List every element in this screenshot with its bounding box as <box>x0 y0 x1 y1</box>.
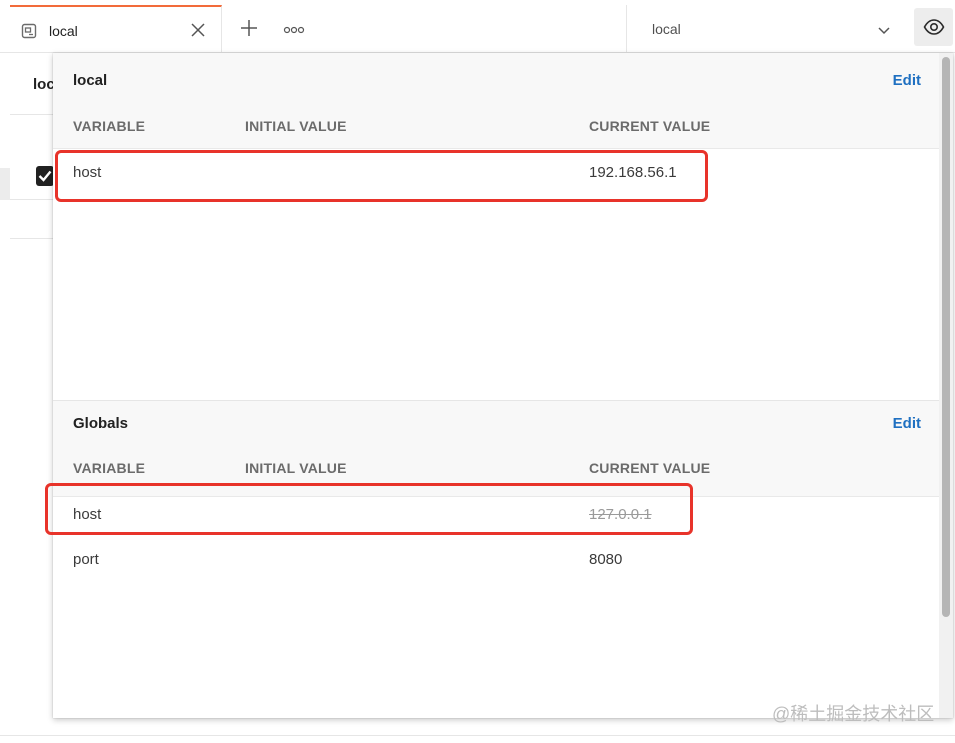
eye-icon <box>923 19 945 35</box>
column-header-variable: VARIABLE <box>73 118 146 134</box>
tab-label: local <box>49 23 78 39</box>
highlight-box <box>55 150 708 202</box>
variable-name: port <box>73 551 99 568</box>
scrollbar-thumb[interactable] <box>942 57 950 617</box>
environment-selector-value: local <box>652 21 681 37</box>
environment-edit-link[interactable]: Edit <box>893 72 921 89</box>
divider <box>10 238 55 239</box>
scrollbar-track[interactable] <box>939 53 953 718</box>
tab-bar: local local <box>0 0 955 53</box>
plus-icon[interactable] <box>240 19 258 37</box>
background-row <box>0 168 10 200</box>
highlight-box <box>45 483 693 535</box>
globals-edit-link[interactable]: Edit <box>893 415 921 432</box>
column-header-initial-value: INITIAL VALUE <box>245 118 347 134</box>
background-page-title: loc <box>33 76 55 93</box>
divider <box>0 735 955 736</box>
divider <box>10 199 55 200</box>
environment-quick-look-button[interactable] <box>914 8 953 46</box>
environment-selector[interactable]: local <box>626 5 910 52</box>
column-header-variable: VARIABLE <box>73 460 146 476</box>
row-checkbox[interactable] <box>36 166 54 186</box>
tab-local[interactable]: local <box>10 5 222 52</box>
environment-section-title: local <box>73 72 108 89</box>
ellipsis-icon[interactable] <box>283 22 305 34</box>
globals-section-title: Globals <box>73 415 129 432</box>
chevron-down-icon <box>877 23 891 35</box>
close-icon[interactable] <box>190 22 206 38</box>
environment-section-header: local Edit VARIABLE INITIAL VALUE CURREN… <box>53 53 939 149</box>
column-header-current-value: CURRENT VALUE <box>589 118 711 134</box>
watermark: @稀土掘金技术社区 <box>772 704 935 724</box>
column-header-current-value: CURRENT VALUE <box>589 460 711 476</box>
current-value: 8080 <box>589 551 623 568</box>
environment-tab-icon <box>21 23 37 39</box>
column-header-initial-value: INITIAL VALUE <box>245 460 347 476</box>
divider <box>10 114 55 115</box>
